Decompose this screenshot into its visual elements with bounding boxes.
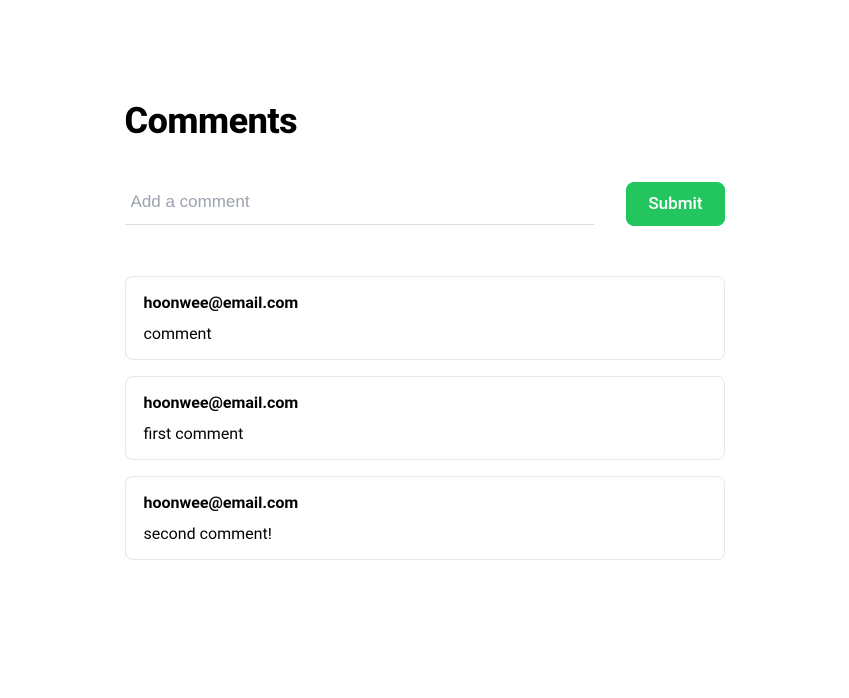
submit-button[interactable]: Submit xyxy=(626,182,724,226)
comment-body: first comment xyxy=(144,424,706,443)
comment-input[interactable] xyxy=(125,184,595,225)
comment-author: hoonwee@email.com xyxy=(144,393,706,412)
comment-author: hoonwee@email.com xyxy=(144,293,706,312)
comment-body: comment xyxy=(144,324,706,343)
comment-card: hoonwee@email.com first comment xyxy=(125,376,725,460)
comments-list: hoonwee@email.com comment hoonwee@email.… xyxy=(125,276,725,560)
comment-card: hoonwee@email.com second comment! xyxy=(125,476,725,560)
comment-form: Submit xyxy=(125,182,725,226)
comments-section: Comments Submit hoonwee@email.com commen… xyxy=(125,0,725,560)
comment-author: hoonwee@email.com xyxy=(144,493,706,512)
page-title: Comments xyxy=(125,100,725,142)
comment-card: hoonwee@email.com comment xyxy=(125,276,725,360)
comment-body: second comment! xyxy=(144,524,706,543)
